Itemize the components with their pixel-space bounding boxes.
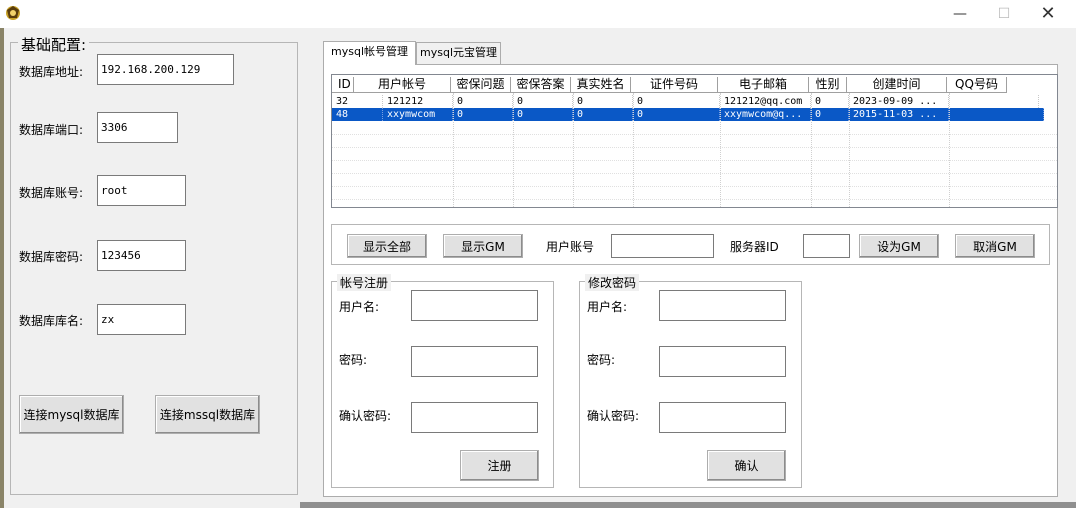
table-cell: 0 bbox=[633, 108, 720, 121]
grid-line bbox=[633, 93, 634, 207]
register-button[interactable]: 注册 bbox=[460, 450, 539, 481]
db-password-input[interactable] bbox=[97, 240, 186, 271]
db-password-label: 数据库密码: bbox=[19, 250, 84, 264]
change-username-label: 用户名: bbox=[587, 300, 628, 314]
db-port-input[interactable] bbox=[97, 112, 178, 143]
grid-line bbox=[849, 93, 850, 207]
column-header-gender[interactable]: 性别 bbox=[809, 77, 847, 93]
table-cell bbox=[949, 95, 1039, 108]
table-cell: 0 bbox=[453, 95, 513, 108]
cancel-gm-button[interactable]: 取消GM bbox=[955, 234, 1035, 258]
tab-mysql-yuanbao[interactable]: mysql元宝管理 bbox=[416, 42, 501, 64]
db-port-label: 数据库端口: bbox=[19, 123, 84, 137]
column-header-security-answer[interactable]: 密保答案 bbox=[511, 77, 571, 93]
column-header-account[interactable]: 用户帐号 bbox=[354, 77, 451, 93]
table-cell: 0 bbox=[573, 95, 633, 108]
register-confirm-label: 确认密码: bbox=[339, 409, 392, 423]
app-logo-icon bbox=[6, 6, 20, 20]
grid-line bbox=[513, 93, 514, 207]
grid-line bbox=[811, 93, 812, 207]
table-cell: 0 bbox=[513, 95, 573, 108]
table-row-selected[interactable]: 48 xxymwcom 0 0 0 0 xxymwcom@q... 0 2015… bbox=[332, 108, 1044, 121]
column-header-created-time[interactable]: 创建时间 bbox=[847, 77, 947, 93]
table-cell bbox=[949, 108, 1044, 121]
db-account-input[interactable] bbox=[97, 175, 186, 206]
change-password-label: 密码: bbox=[587, 353, 616, 367]
table-cell: 0 bbox=[633, 95, 720, 108]
confirm-change-button[interactable]: 确认 bbox=[707, 450, 786, 481]
user-account-label: 用户账号 bbox=[546, 240, 595, 254]
table-cell: 121212 bbox=[383, 95, 453, 108]
table-cell: 0 bbox=[453, 108, 513, 121]
maximize-button[interactable]: ☐ bbox=[982, 0, 1026, 28]
change-confirm-input[interactable] bbox=[659, 402, 786, 433]
column-header-id[interactable]: ID bbox=[332, 77, 354, 93]
table-row[interactable]: 32 121212 0 0 0 0 121212@qq.com 0 2023-0… bbox=[332, 95, 1039, 108]
set-gm-button[interactable]: 设为GM bbox=[859, 234, 939, 258]
title-bar bbox=[0, 0, 1076, 28]
table-cell: 2023-09-09 ... bbox=[849, 95, 949, 108]
column-header-qq[interactable]: QQ号码 bbox=[947, 77, 1007, 93]
db-name-input[interactable] bbox=[97, 304, 186, 335]
minimize-button[interactable]: — bbox=[938, 0, 982, 28]
db-address-label: 数据库地址: bbox=[19, 65, 84, 79]
register-password-input[interactable] bbox=[411, 346, 538, 377]
show-all-button[interactable]: 显示全部 bbox=[347, 234, 427, 258]
tab-mysql-account[interactable]: mysql帐号管理 bbox=[323, 41, 416, 65]
register-title: 帐号注册 bbox=[337, 274, 392, 291]
connect-mssql-button[interactable]: 连接mssql数据库 bbox=[155, 395, 260, 434]
account-table[interactable]: ID 用户帐号 密保问题 密保答案 真实姓名 证件号码 电子邮箱 性别 创建时间… bbox=[331, 74, 1058, 208]
register-confirm-input[interactable] bbox=[411, 402, 538, 433]
grid-line bbox=[573, 93, 574, 207]
register-username-input[interactable] bbox=[411, 290, 538, 321]
change-password-input[interactable] bbox=[659, 346, 786, 377]
grid-line bbox=[720, 93, 721, 207]
connect-mysql-button[interactable]: 连接mysql数据库 bbox=[19, 395, 124, 434]
table-cell: 0 bbox=[513, 108, 573, 121]
show-gm-button[interactable]: 显示GM bbox=[443, 234, 523, 258]
register-username-label: 用户名: bbox=[339, 300, 380, 314]
db-account-label: 数据库账号: bbox=[19, 186, 84, 200]
close-button[interactable]: ✕ bbox=[1026, 0, 1070, 28]
user-account-input[interactable] bbox=[611, 234, 714, 258]
table-cell: 32 bbox=[332, 95, 383, 108]
db-name-label: 数据库库名: bbox=[19, 314, 84, 328]
db-address-input[interactable] bbox=[97, 54, 234, 85]
column-header-email[interactable]: 电子邮箱 bbox=[718, 77, 809, 93]
column-header-security-question[interactable]: 密保问题 bbox=[451, 77, 511, 93]
column-header-real-name[interactable]: 真实姓名 bbox=[571, 77, 631, 93]
server-id-label: 服务器ID bbox=[730, 240, 779, 254]
window-edge bbox=[300, 502, 1076, 508]
table-cell: 0 bbox=[811, 108, 849, 121]
table-cell: xxymwcom@q... bbox=[720, 108, 811, 121]
server-id-input[interactable] bbox=[803, 234, 850, 258]
change-password-title: 修改密码 bbox=[585, 274, 640, 291]
table-cell: xxymwcom bbox=[383, 108, 453, 121]
table-header: ID 用户帐号 密保问题 密保答案 真实姓名 证件号码 电子邮箱 性别 创建时间… bbox=[332, 77, 1007, 93]
change-confirm-label: 确认密码: bbox=[587, 409, 640, 423]
grid-line bbox=[949, 93, 950, 207]
grid-line bbox=[453, 93, 454, 207]
register-password-label: 密码: bbox=[339, 353, 368, 367]
table-cell: 0 bbox=[573, 108, 633, 121]
basic-config-title: 基础配置: bbox=[18, 34, 90, 55]
window-edge bbox=[0, 28, 4, 508]
table-cell: 2015-11-03 ... bbox=[849, 108, 949, 121]
table-cell: 121212@qq.com bbox=[720, 95, 811, 108]
column-header-id-number[interactable]: 证件号码 bbox=[631, 77, 718, 93]
table-cell: 48 bbox=[332, 108, 383, 121]
table-cell: 0 bbox=[811, 95, 849, 108]
change-username-input[interactable] bbox=[659, 290, 786, 321]
